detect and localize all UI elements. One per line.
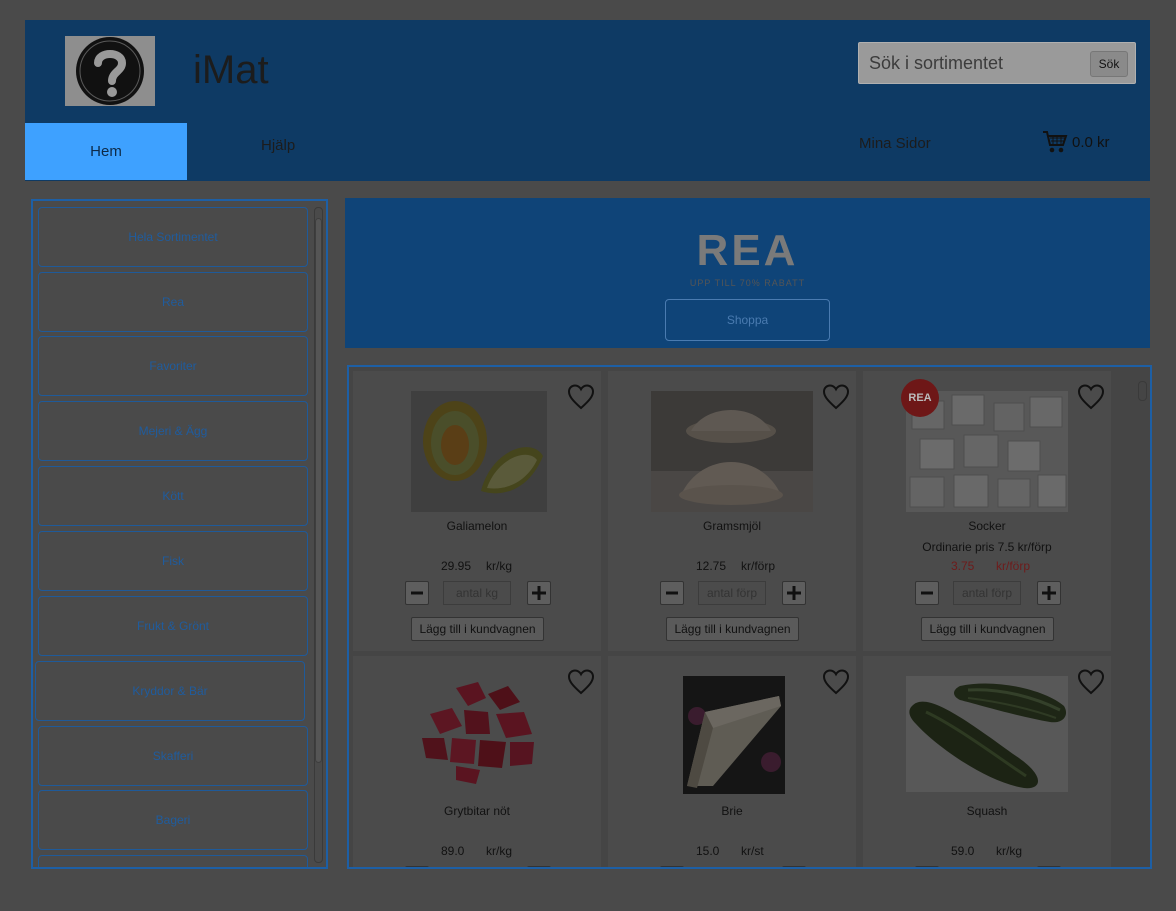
product-name: Socker (968, 519, 1006, 533)
increase-quantity-button[interactable] (1037, 866, 1061, 867)
app-title: iMat (193, 48, 269, 92)
product-image (906, 676, 1068, 792)
decrease-quantity-button[interactable] (405, 866, 429, 867)
product-unit: kr/kg (486, 844, 513, 858)
plus-icon (787, 586, 801, 600)
category-fruit-vegetables[interactable]: Frukt & Grönt (38, 596, 308, 656)
increase-quantity-button[interactable] (782, 866, 806, 867)
product-unit: kr/st (741, 844, 764, 858)
product-price: 15.0 (696, 844, 720, 858)
product-grid: Galiamelon 29.95 kr/kg Lägg till i kundv… (347, 365, 1152, 869)
product-price: 59.0 (951, 844, 975, 858)
search-input[interactable] (859, 43, 1084, 83)
category-more[interactable] (38, 855, 308, 867)
minus-icon (921, 591, 933, 595)
plus-icon (1042, 586, 1056, 600)
tab-help[interactable]: Hjälp (261, 137, 295, 154)
product-image (651, 391, 813, 512)
category-meat[interactable]: Kött (38, 466, 308, 526)
ordinary-price: Ordinarie pris 7.5 kr/förp (922, 540, 1052, 554)
product-name: Grytbitar nöt (443, 804, 511, 818)
product-card: Gramsmjöl 12.75 kr/förp Lägg till i kund… (608, 371, 856, 651)
products-scrollbar-thumb[interactable] (1138, 381, 1147, 401)
product-unit: kr/förp (996, 559, 1031, 573)
category-bakery[interactable]: Bageri (38, 790, 308, 850)
product-image (411, 391, 547, 512)
product-name: Squash (966, 804, 1008, 818)
product-price: 29.95 (441, 559, 472, 573)
heart-icon[interactable] (1077, 668, 1105, 696)
cart-button[interactable]: 0.0 kr (1042, 130, 1110, 154)
product-card: Brie 15.0 kr/st (608, 656, 856, 867)
product-image (683, 676, 785, 794)
sidebar-scrollbar-thumb[interactable] (315, 218, 322, 763)
shop-sale-button[interactable]: Shoppa (665, 299, 830, 341)
search-box: Sök (858, 42, 1136, 84)
quantity-input[interactable] (443, 581, 511, 605)
question-mark-icon (76, 37, 144, 105)
add-to-cart-button[interactable]: Lägg till i kundvagnen (411, 617, 544, 641)
increase-quantity-button[interactable] (527, 866, 551, 867)
category-dairy-eggs[interactable]: Mejeri & Ägg (38, 401, 308, 461)
increase-quantity-button[interactable] (1037, 581, 1061, 605)
decrease-quantity-button[interactable] (660, 866, 684, 867)
logo[interactable] (65, 36, 155, 106)
heart-icon[interactable] (1077, 383, 1105, 411)
product-name: Brie (721, 804, 743, 818)
tab-home-label: Hem (90, 143, 122, 160)
sale-badge: REA (901, 379, 939, 417)
heart-icon[interactable] (822, 383, 850, 411)
minus-icon (411, 591, 423, 595)
add-to-cart-button[interactable]: Lägg till i kundvagnen (666, 617, 799, 641)
header: iMat Sök Hem Hjälp Mina Sidor 0.0 kr (25, 20, 1150, 181)
product-card: REA Socker Ordinarie pris 7.5 kr/förp 3.… (863, 371, 1111, 651)
heart-icon[interactable] (567, 383, 595, 411)
product-price: 12.75 (696, 559, 727, 573)
product-card: Grytbitar nöt 89.0 kr/kg (353, 656, 601, 867)
product-card: Galiamelon 29.95 kr/kg Lägg till i kundv… (353, 371, 601, 651)
product-card: Squash 59.0 kr/kg (863, 656, 1111, 867)
quantity-input[interactable] (953, 581, 1021, 605)
sale-banner: REA UPP TILL 70% RABATT Shoppa (345, 198, 1150, 348)
decrease-quantity-button[interactable] (915, 866, 939, 867)
category-pantry[interactable]: Skafferi (38, 726, 308, 786)
heart-icon[interactable] (822, 668, 850, 696)
category-all[interactable]: Hela Sortimentet (38, 207, 308, 267)
category-sidebar: Hela Sortimentet Rea Favoriter Mejeri & … (31, 199, 328, 869)
tab-home[interactable]: Hem (25, 123, 187, 180)
cart-total: 0.0 kr (1072, 133, 1110, 151)
banner-title: REA (696, 226, 799, 275)
plus-icon (532, 586, 546, 600)
category-favorites[interactable]: Favoriter (38, 336, 308, 396)
banner-subtitle: UPP TILL 70% RABATT (689, 278, 806, 288)
product-unit: kr/förp (741, 559, 776, 573)
products-scrollbar[interactable] (1138, 371, 1147, 865)
product-unit: kr/kg (486, 559, 513, 573)
product-name: Galiamelon (446, 519, 508, 533)
quantity-input[interactable] (698, 581, 766, 605)
product-unit: kr/kg (996, 844, 1023, 858)
decrease-quantity-button[interactable] (915, 581, 939, 605)
decrease-quantity-button[interactable] (405, 581, 429, 605)
sidebar-scrollbar[interactable] (314, 207, 323, 863)
product-image (416, 676, 542, 786)
category-spices-berries[interactable]: Kryddor & Bär (35, 661, 305, 721)
product-price: 3.75 (951, 559, 975, 573)
increase-quantity-button[interactable] (782, 581, 806, 605)
search-button[interactable]: Sök (1090, 51, 1128, 77)
add-to-cart-button[interactable]: Lägg till i kundvagnen (921, 617, 1054, 641)
product-name: Gramsmjöl (702, 519, 761, 533)
increase-quantity-button[interactable] (527, 581, 551, 605)
category-fish[interactable]: Fisk (38, 531, 308, 591)
decrease-quantity-button[interactable] (660, 581, 684, 605)
heart-icon[interactable] (567, 668, 595, 696)
category-sale[interactable]: Rea (38, 272, 308, 332)
shopping-cart-icon (1043, 131, 1068, 153)
product-price: 89.0 (441, 844, 465, 858)
minus-icon (666, 591, 678, 595)
tab-my-pages[interactable]: Mina Sidor (859, 135, 931, 152)
